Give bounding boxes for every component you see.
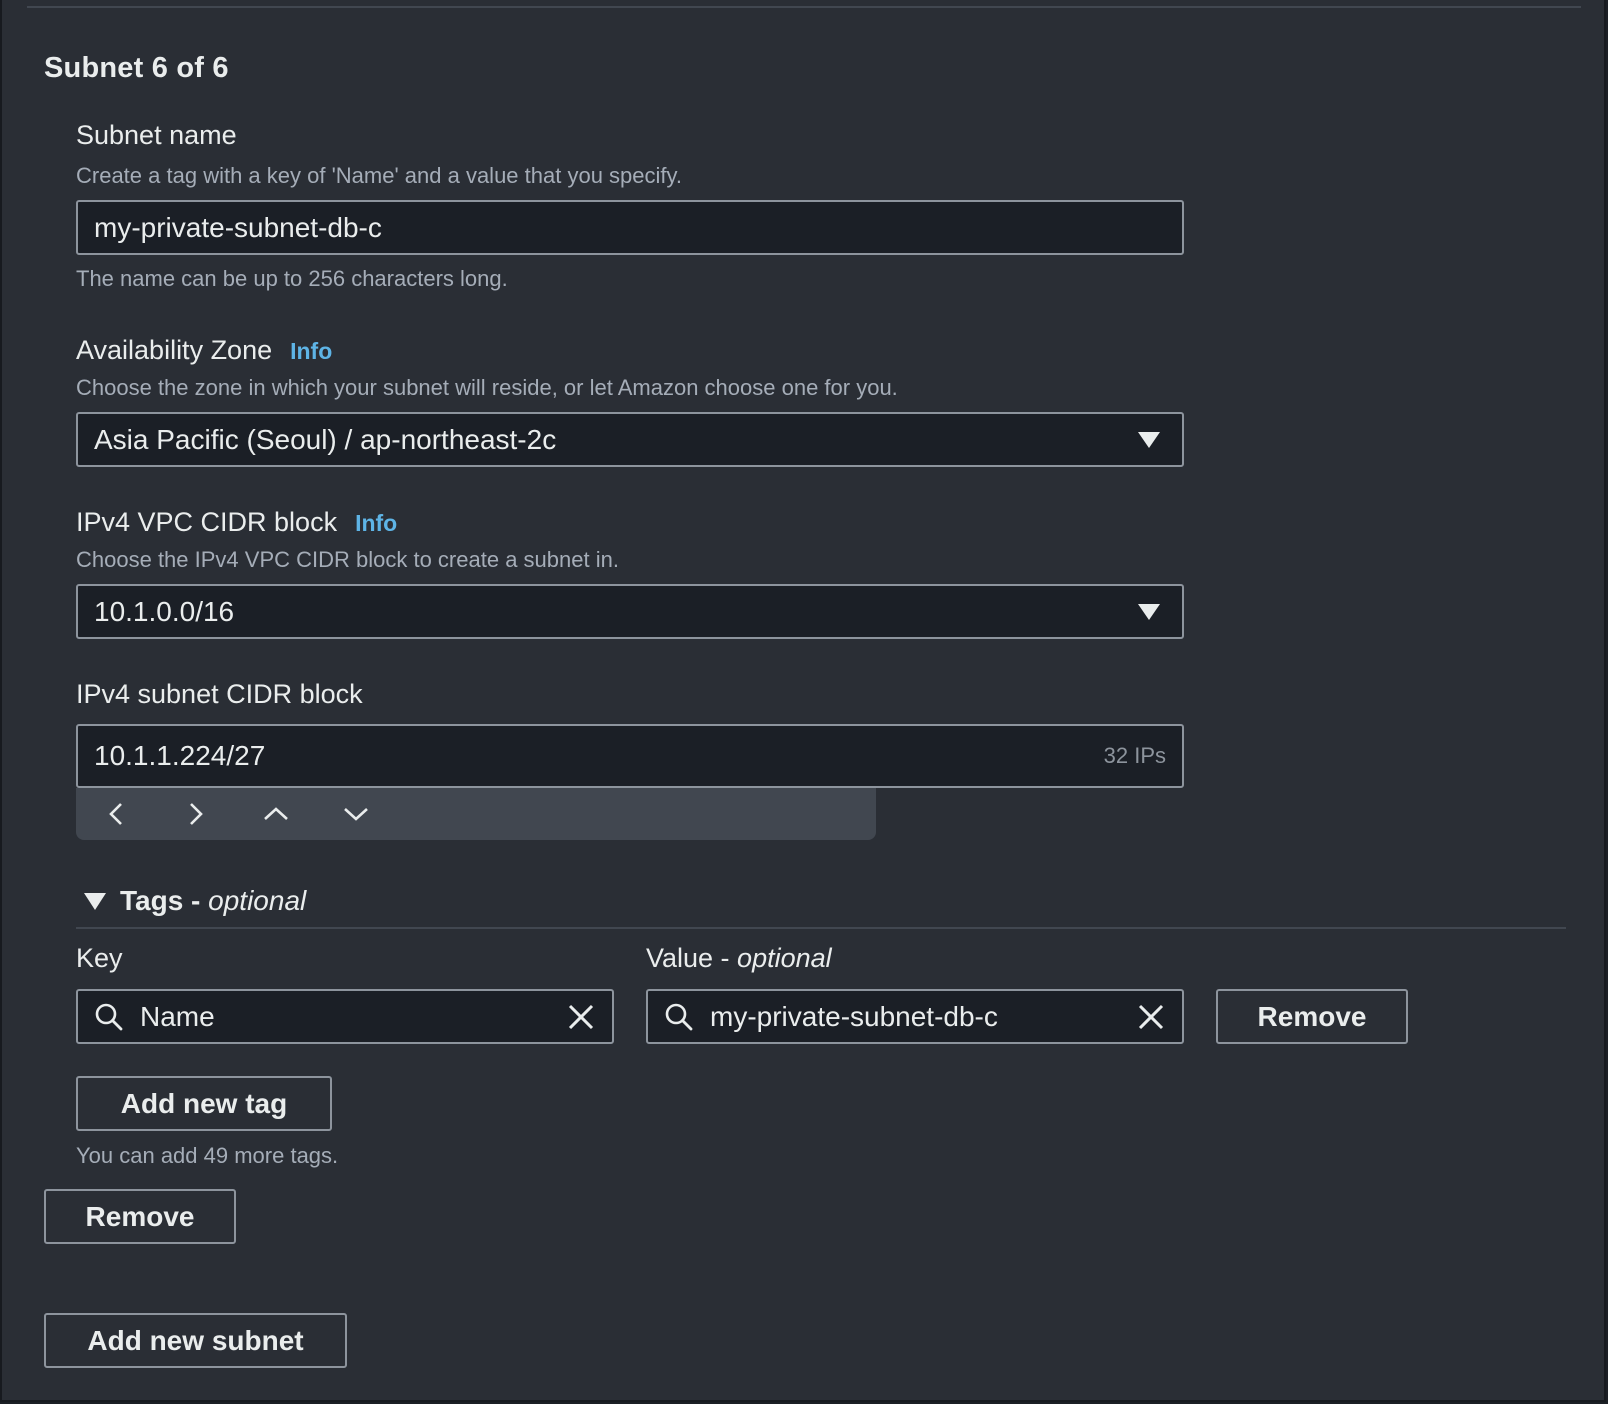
subnet-name-label: Subnet name (76, 120, 237, 150)
subnet-name-input[interactable]: my-private-subnet-db-c (76, 200, 1184, 255)
subnet-name-constraint: The name can be up to 256 characters lon… (76, 266, 508, 291)
vpc-cidr-selected: 10.1.0.0/16 (94, 595, 235, 627)
subnet-name-description: Create a tag with a key of 'Name' and a … (76, 163, 682, 188)
add-new-subnet-button[interactable]: Add new subnet (44, 1313, 347, 1368)
tag-key-input[interactable]: Name (76, 989, 614, 1044)
caret-down-icon (1138, 603, 1160, 620)
remove-tag-button[interactable]: Remove (1216, 989, 1408, 1044)
caret-down-icon (1138, 431, 1160, 448)
subnet-cidr-input[interactable]: 10.1.1.224/27 32 IPs (76, 724, 1184, 788)
availability-zone-selected: Asia Pacific (Seoul) / ap-northeast-2c (94, 423, 557, 455)
subnet-cidr-value: 10.1.1.224/27 (94, 740, 266, 771)
tags-title-text: Tags - (120, 885, 209, 916)
availability-zone-label: Availability Zone (76, 335, 273, 365)
remove-subnet-button[interactable]: Remove (44, 1189, 236, 1244)
tag-value-input[interactable]: my-private-subnet-db-c (646, 989, 1184, 1044)
tags-title-optional: optional (208, 885, 307, 916)
chevron-down-icon[interactable] (336, 796, 376, 832)
tag-key-label: Key (76, 943, 123, 973)
vpc-cidr-info-link[interactable]: Info (355, 510, 397, 536)
section-title: Subnet 6 of 6 (44, 52, 229, 84)
vpc-cidr-select[interactable]: 10.1.0.0/16 (76, 584, 1184, 639)
vpc-cidr-label: IPv4 VPC CIDR block (76, 507, 338, 537)
chevron-left-icon[interactable] (96, 796, 136, 832)
availability-zone-select[interactable]: Asia Pacific (Seoul) / ap-northeast-2c (76, 412, 1184, 467)
subnet-cidr-label: IPv4 subnet CIDR block (76, 679, 363, 709)
cidr-stepper-bar (76, 788, 876, 840)
availability-zone-description: Choose the zone in which your subnet wil… (76, 375, 898, 400)
top-divider (27, 6, 1581, 8)
search-icon (95, 1003, 123, 1030)
tag-value-label-text: Value - (646, 943, 738, 973)
tag-value-value: my-private-subnet-db-c (710, 1000, 998, 1032)
vpc-cidr-label-row: IPv4 VPC CIDR block Info (76, 507, 397, 538)
triangle-down-icon (84, 892, 106, 910)
clear-icon[interactable] (1134, 1000, 1168, 1034)
clear-icon[interactable] (564, 1000, 598, 1034)
tags-title: Tags - optional (120, 885, 306, 917)
tag-value-label: Value - optional (646, 943, 832, 974)
subnet-name-value: my-private-subnet-db-c (94, 211, 382, 243)
tag-value-label-optional: optional (737, 943, 832, 973)
availability-zone-label-row: Availability Zone Info (76, 335, 332, 366)
tag-limit-text: You can add 49 more tags. (76, 1143, 339, 1168)
search-icon (665, 1003, 693, 1030)
availability-zone-info-link[interactable]: Info (290, 338, 332, 364)
ip-count: 32 IPs (1103, 743, 1166, 768)
chevron-up-icon[interactable] (256, 796, 296, 832)
subnet-settings-panel: Subnet 6 of 6 Subnet name Create a tag w… (0, 0, 1606, 1402)
tag-key-value: Name (140, 1000, 215, 1032)
add-new-tag-button[interactable]: Add new tag (76, 1076, 332, 1131)
tags-divider (76, 927, 1566, 929)
tags-expander[interactable]: Tags - optional (84, 885, 306, 917)
vpc-cidr-description: Choose the IPv4 VPC CIDR block to create… (76, 547, 619, 572)
chevron-right-icon[interactable] (176, 796, 216, 832)
